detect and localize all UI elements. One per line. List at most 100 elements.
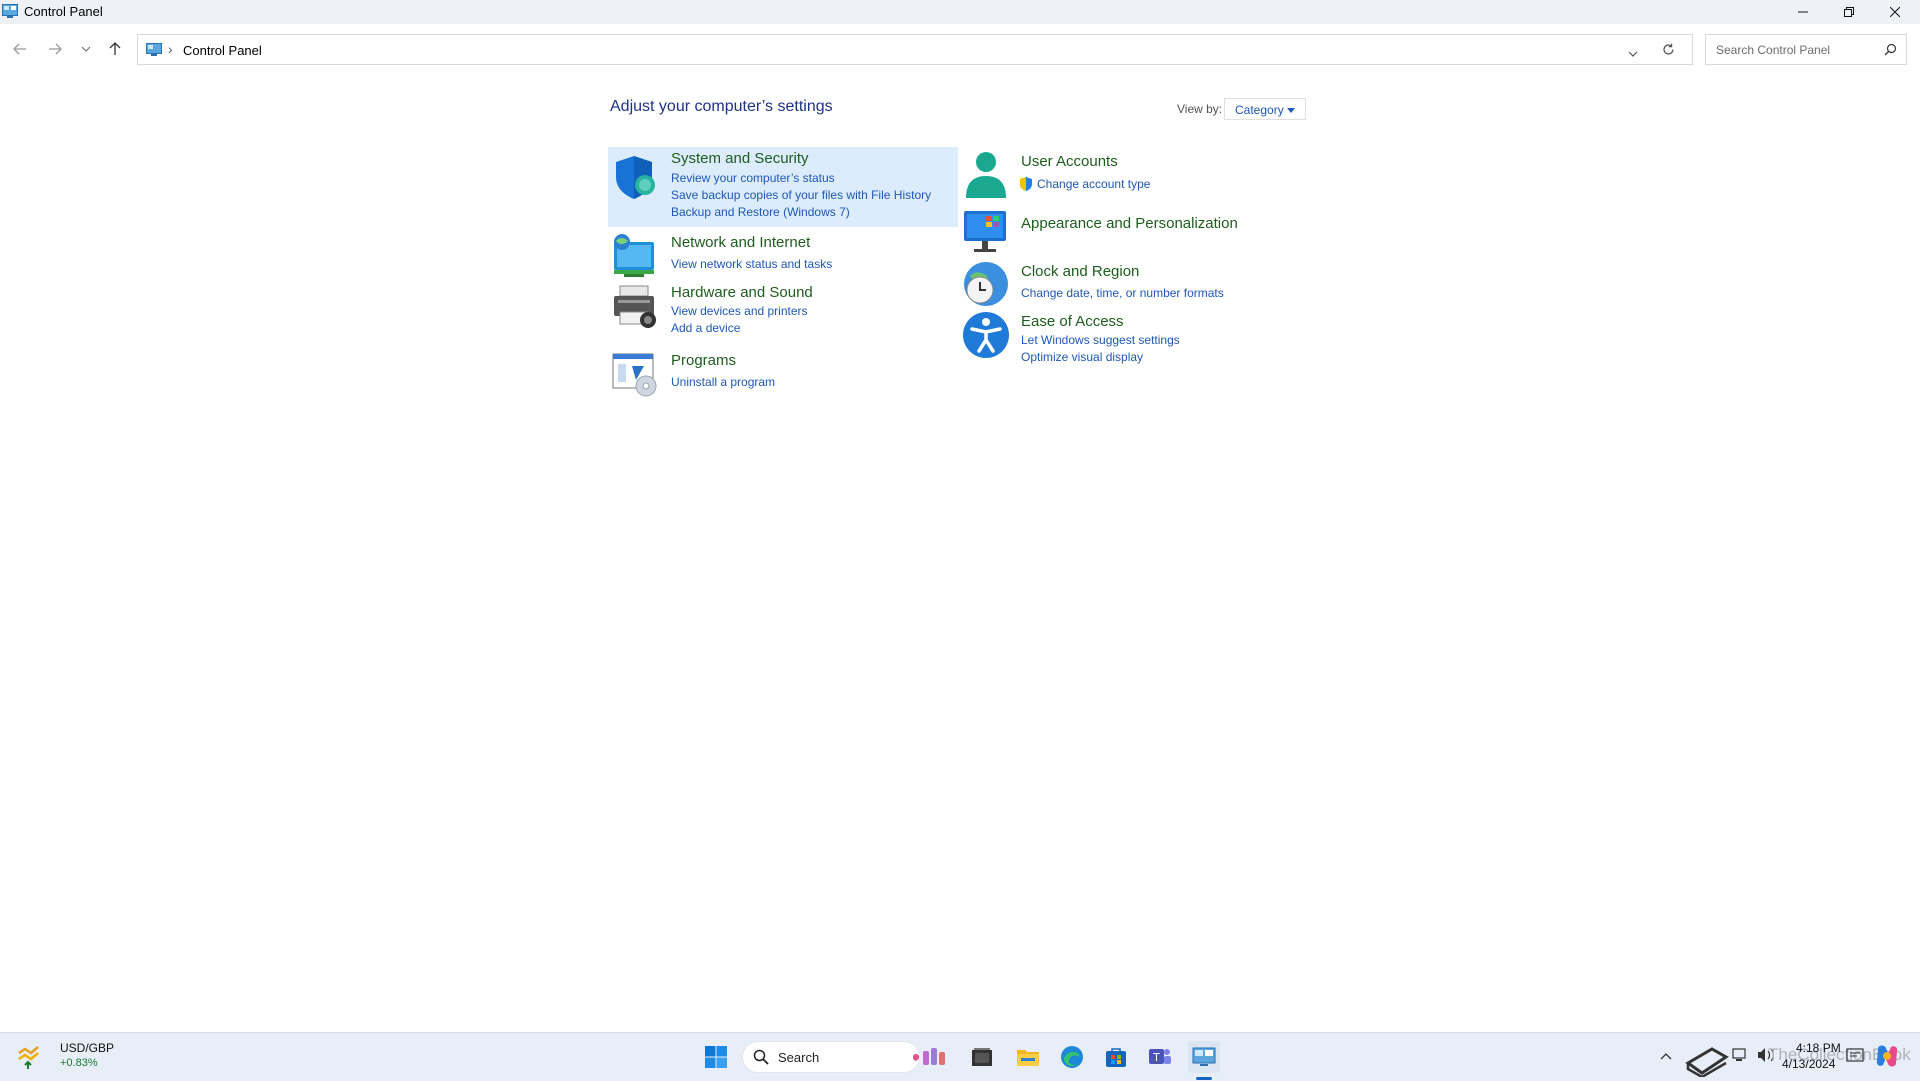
arrow-left-icon: [13, 43, 26, 55]
chevron-up-icon: [1660, 1053, 1672, 1060]
taskbar-store[interactable]: [1100, 1041, 1132, 1073]
control-panel-icon: [146, 43, 162, 56]
windows-logo-icon: [705, 1046, 727, 1068]
network-globe-icon: [614, 234, 654, 277]
refresh-icon: [1663, 43, 1674, 55]
weather-widget[interactable]: USD/GBP +0.83%: [10, 1033, 120, 1081]
link-date-time-formats[interactable]: Change date, time, or number formats: [1021, 286, 1224, 300]
svg-text:T: T: [1152, 1051, 1160, 1064]
category-title-hardware-sound[interactable]: Hardware and Sound: [671, 284, 813, 301]
control-panel-icon: [2, 4, 18, 18]
uac-shield-icon: [1020, 177, 1032, 191]
task-view-icon: [972, 1048, 992, 1066]
category-ease-of-access[interactable]: Ease of Access Let Windows suggest setti…: [958, 311, 1298, 366]
category-title-user-accounts[interactable]: User Accounts: [1021, 153, 1118, 170]
caret-down-icon: [1287, 108, 1295, 113]
search-highlight-icon: [913, 1048, 945, 1065]
address-dropdown-button[interactable]: [1628, 44, 1638, 62]
arrow-up-icon: [109, 42, 121, 55]
window-title: Control Panel: [24, 4, 103, 19]
clock-date[interactable]: 4/13/2024: [1782, 1057, 1835, 1071]
recent-locations-button[interactable]: [75, 38, 97, 60]
category-user-accounts[interactable]: User Accounts Change account type: [958, 150, 1298, 202]
link-change-account-type[interactable]: Change account type: [1037, 177, 1150, 191]
category-title-clock-region[interactable]: Clock and Region: [1021, 263, 1139, 280]
category-appearance[interactable]: Appearance and Personalization: [958, 207, 1298, 255]
taskbar-file-explorer[interactable]: [1012, 1041, 1044, 1073]
monitor-icon: [964, 211, 1006, 252]
category-network-internet[interactable]: Network and Internet View network status…: [608, 230, 958, 280]
link-suggest-settings[interactable]: Let Windows suggest settings: [1021, 333, 1180, 347]
notification-icon[interactable]: [1846, 1047, 1864, 1065]
restore-button[interactable]: [1826, 0, 1872, 24]
title-bar: Control Panel: [0, 0, 1920, 24]
start-button[interactable]: [700, 1041, 732, 1073]
category-hardware-sound[interactable]: Hardware and Sound View devices and prin…: [608, 280, 958, 340]
book-logo-icon: [1685, 1047, 1729, 1077]
taskbar-task-view[interactable]: [966, 1041, 998, 1073]
view-by-value: Category: [1235, 103, 1284, 117]
link-file-history[interactable]: Save backup copies of your files with Fi…: [671, 188, 931, 202]
currency-trend-icon: [18, 1046, 39, 1069]
link-backup-restore[interactable]: Backup and Restore (Windows 7): [671, 205, 850, 219]
link-optimize-display[interactable]: Optimize visual display: [1021, 350, 1143, 364]
address-bar[interactable]: › Control Panel: [137, 34, 1693, 65]
category-clock-region[interactable]: Clock and Region Change date, time, or n…: [958, 260, 1298, 310]
view-by-dropdown[interactable]: Category: [1224, 98, 1306, 120]
category-title-programs[interactable]: Programs: [671, 352, 736, 369]
link-devices-printers[interactable]: View devices and printers: [671, 304, 808, 318]
clock-globe-icon: [964, 262, 1008, 306]
taskbar-teams[interactable]: T: [1144, 1041, 1176, 1073]
widget-value: +0.83%: [60, 1057, 98, 1069]
taskbar-search-label: Search: [778, 1050, 820, 1065]
link-review-status[interactable]: Review your computer’s status: [671, 171, 835, 185]
printer-icon: [614, 285, 656, 328]
close-button[interactable]: [1872, 0, 1918, 24]
search-input[interactable]: [1714, 40, 1878, 60]
category-programs[interactable]: Programs Uninstall a program: [608, 348, 958, 398]
show-hidden-icons-button[interactable]: [1660, 1047, 1672, 1065]
close-icon: [1890, 7, 1900, 17]
widget-title: USD/GBP: [60, 1041, 115, 1055]
edge-browser-icon: [1061, 1046, 1083, 1068]
taskbar-edge[interactable]: [1056, 1041, 1088, 1073]
restore-icon: [1844, 7, 1854, 17]
search-icon[interactable]: [1884, 43, 1897, 56]
search-box[interactable]: [1705, 34, 1907, 65]
category-title-system-security[interactable]: System and Security: [671, 150, 809, 167]
folder-icon: [1017, 1050, 1039, 1066]
programs-disc-icon: [612, 353, 657, 397]
link-network-status[interactable]: View network status and tasks: [671, 257, 832, 271]
search-icon: [753, 1049, 769, 1065]
refresh-button[interactable]: [1662, 43, 1675, 61]
category-title-appearance[interactable]: Appearance and Personalization: [1021, 215, 1238, 232]
breadcrumb-separator[interactable]: ›: [168, 41, 173, 57]
user-icon: [966, 152, 1006, 198]
breadcrumb[interactable]: Control Panel: [183, 43, 262, 58]
link-add-device[interactable]: Add a device: [671, 321, 740, 335]
minimize-icon: [1798, 11, 1808, 13]
store-icon: [1106, 1048, 1126, 1067]
teams-icon: T: [1149, 1049, 1171, 1064]
forward-button[interactable]: [44, 38, 66, 60]
clock-time[interactable]: 4:18 PM: [1796, 1041, 1841, 1055]
category-system-security[interactable]: System and Security Review your computer…: [608, 147, 958, 227]
back-button[interactable]: [9, 38, 31, 60]
copilot-icon[interactable]: [1874, 1043, 1900, 1069]
up-button[interactable]: [104, 38, 126, 60]
chevron-down-icon: [81, 46, 91, 52]
minimize-button[interactable]: [1780, 0, 1826, 24]
page-title: Adjust your computer’s settings: [610, 98, 833, 115]
category-title-network-internet[interactable]: Network and Internet: [671, 234, 810, 251]
chevron-down-icon: [1628, 51, 1638, 57]
taskbar: USD/GBP +0.83% Search T TheCollectionBoo…: [0, 1032, 1920, 1081]
link-uninstall-program[interactable]: Uninstall a program: [671, 375, 775, 389]
accessibility-icon: [963, 312, 1009, 358]
view-by-label: View by:: [1177, 102, 1223, 116]
taskbar-search[interactable]: Search: [742, 1041, 945, 1073]
taskbar-control-panel[interactable]: [1188, 1041, 1220, 1073]
category-title-ease-of-access[interactable]: Ease of Access: [1021, 313, 1124, 330]
shield-icon: [616, 156, 655, 199]
control-panel-icon: [1192, 1047, 1216, 1066]
arrow-right-icon: [49, 43, 62, 55]
